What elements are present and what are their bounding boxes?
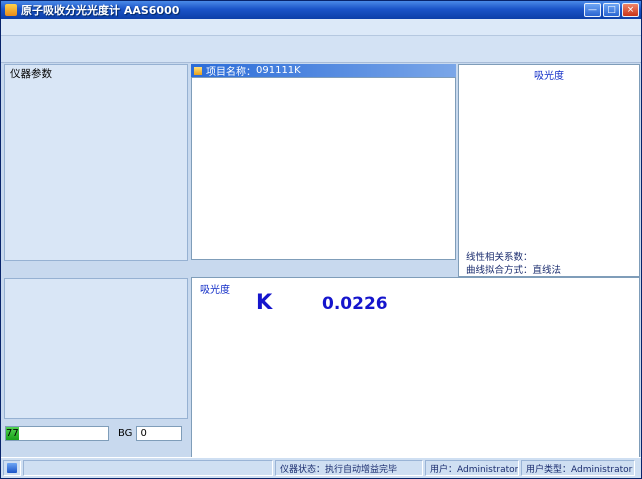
app-window: 原子吸收分光光度计 AAS6000 —□× 仪器参数 77 BG 0 项目名称：…: [0, 0, 642, 479]
project-header: 项目名称： 091111K: [191, 64, 456, 77]
dynamics-y-axis-label: 吸光度: [200, 281, 230, 296]
statusbar: 仪器状态：执行自动增益完毕 用户：Administrator 用户类型：Admi…: [1, 457, 641, 478]
energy-bar: 77: [5, 426, 109, 441]
toolbar: [1, 36, 641, 63]
calibration-curve-chart: [463, 79, 637, 247]
fit-method-label: 曲线拟合方式：直线法: [466, 262, 561, 276]
bg-label: BG: [118, 428, 132, 439]
window-controls: —□×: [584, 3, 639, 17]
project-label: 项目名称：: [206, 63, 256, 78]
energy-indicator-row: 77 BG 0: [5, 425, 188, 442]
bg-value-field: 0: [136, 426, 182, 441]
maximize-button[interactable]: □: [603, 3, 620, 17]
app-icon: [5, 4, 17, 16]
absorbance-reading: 0.0226: [322, 294, 388, 314]
user-status: 用户：Administrator: [425, 460, 519, 476]
project-name: 091111K: [256, 65, 301, 76]
status-icon-segment: [3, 460, 21, 476]
pressure-status-segment: [23, 460, 273, 476]
minimize-button[interactable]: —: [584, 3, 601, 17]
titlebar: 原子吸收分光光度计 AAS6000 —□×: [1, 1, 641, 19]
energy-bar-fill: 77: [6, 427, 19, 440]
results-table: [191, 77, 456, 260]
status-icon: [7, 463, 17, 473]
dynamics-signal-chart: [206, 322, 633, 456]
element-symbol: K: [256, 290, 272, 314]
project-icon: [194, 67, 202, 75]
correlation-label: 线性相关系数：: [466, 249, 533, 263]
dynamics-panel: 吸光度 K 0.0226: [191, 277, 640, 458]
calibration-panel: 吸光度 线性相关系数： 曲线拟合方式：直线法: [458, 64, 640, 277]
instrument-params-title: 仪器参数: [10, 66, 52, 81]
user-type-status: 用户类型：Administrator: [521, 460, 635, 476]
instrument-params-panel: 仪器参数: [4, 64, 188, 261]
menubar: [1, 19, 641, 36]
close-button[interactable]: ×: [622, 3, 639, 17]
flame-params-panel: [4, 278, 188, 419]
instrument-status: 仪器状态：执行自动增益完毕: [275, 460, 423, 476]
window-title: 原子吸收分光光度计 AAS6000: [21, 2, 584, 18]
